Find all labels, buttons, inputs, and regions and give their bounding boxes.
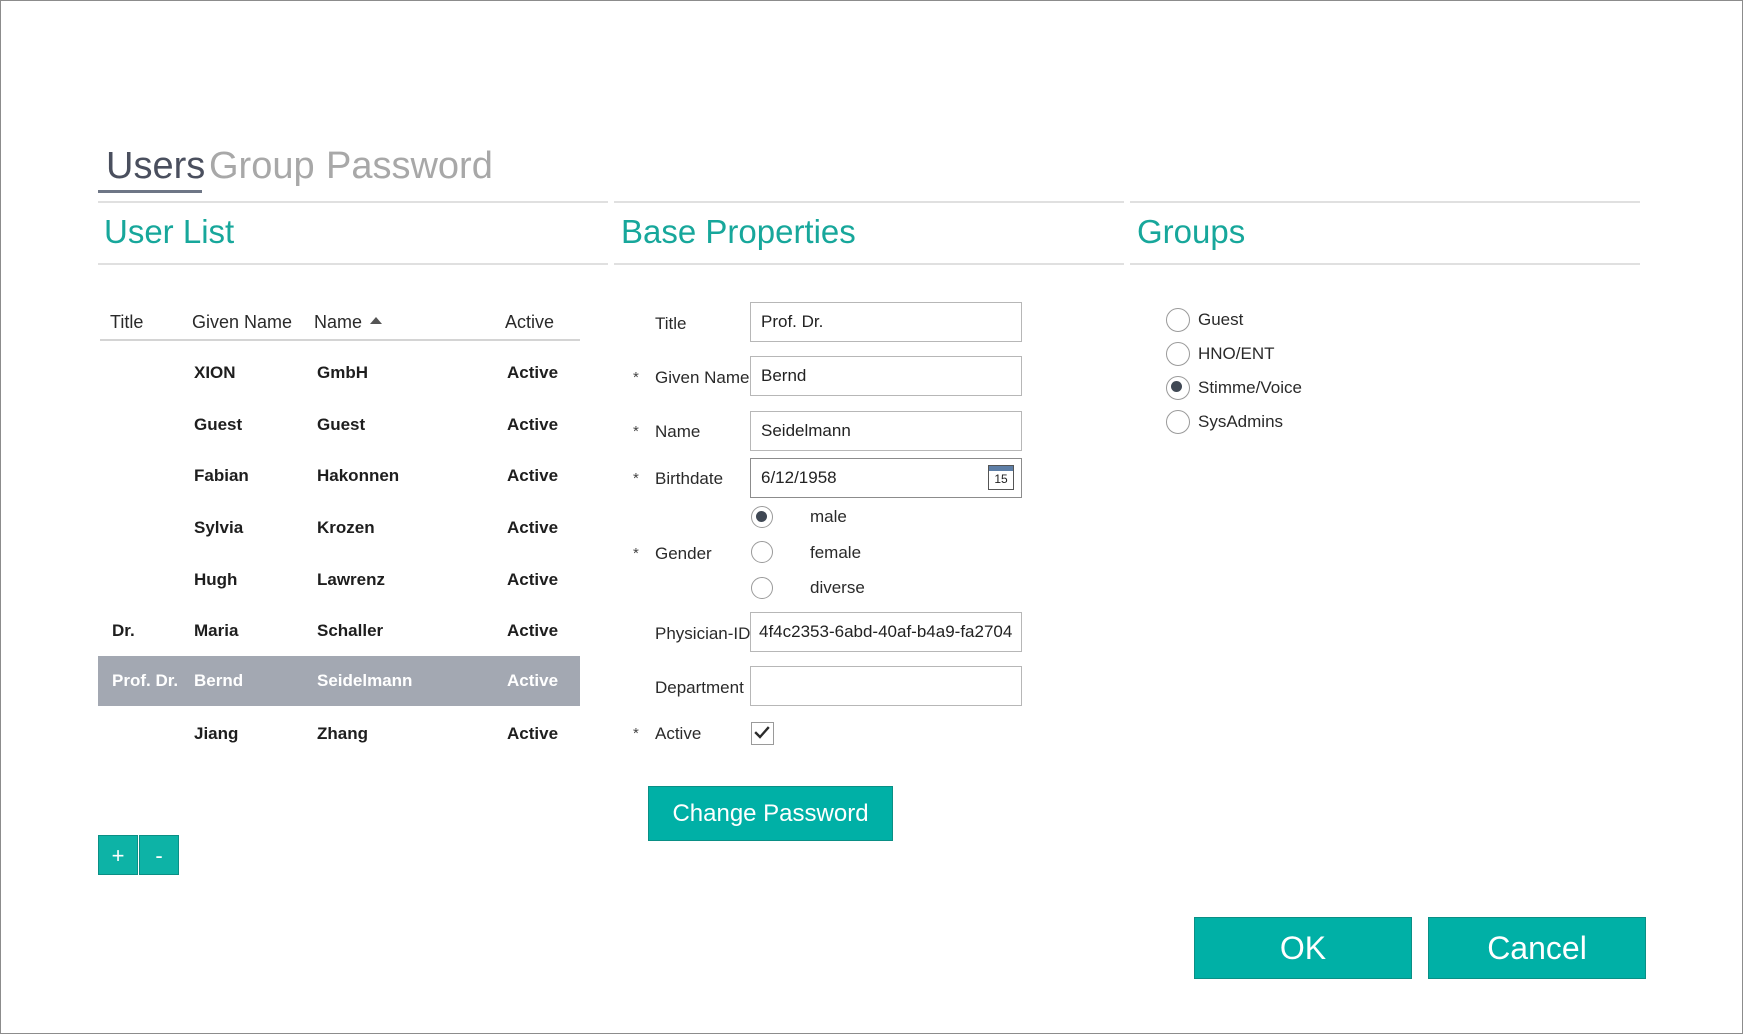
required-marker: * bbox=[633, 470, 639, 487]
cell-active: Active bbox=[507, 671, 559, 690]
gender-diverse-label: diverse bbox=[810, 578, 865, 597]
department-label: Department bbox=[655, 678, 744, 697]
cell-active: Active bbox=[507, 518, 559, 537]
tab-users[interactable]: Users bbox=[106, 142, 205, 190]
group-sysadmins-radio[interactable] bbox=[1166, 410, 1190, 434]
cell-name: Zhang bbox=[317, 724, 368, 743]
column-header-title[interactable]: Title bbox=[110, 310, 143, 334]
cancel-button[interactable]: Cancel bbox=[1428, 917, 1646, 979]
group-stimme-voice-radio[interactable] bbox=[1166, 376, 1190, 400]
column-header-name[interactable]: Name bbox=[314, 310, 383, 334]
calendar-icon-day: 15 bbox=[994, 472, 1008, 486]
gender-female-radio[interactable] bbox=[751, 541, 773, 563]
cell-active: Active bbox=[507, 415, 559, 434]
gender-male-label: male bbox=[810, 507, 847, 526]
table-row[interactable]: Hugh Lawrenz Active bbox=[98, 555, 580, 605]
column-header-name-label: Name bbox=[314, 312, 363, 332]
cell-given-name: XION bbox=[194, 363, 236, 382]
calendar-icon-header bbox=[989, 466, 1013, 471]
physician-id-label: Physician-ID bbox=[655, 624, 751, 643]
divider bbox=[1130, 263, 1640, 265]
cell-active: Active bbox=[507, 724, 559, 743]
add-user-button[interactable]: + bbox=[98, 835, 138, 875]
department-input[interactable] bbox=[750, 666, 1022, 706]
table-row[interactable]: XION GmbH Active bbox=[98, 348, 580, 398]
cell-title: Prof. Dr. bbox=[112, 671, 179, 690]
group-hno-ent-radio[interactable] bbox=[1166, 342, 1190, 366]
divider bbox=[614, 263, 1124, 265]
required-marker: * bbox=[633, 545, 639, 562]
user-list-heading: User List bbox=[104, 213, 235, 250]
table-row[interactable]: Jiang Zhang Active bbox=[98, 709, 580, 759]
cell-given-name: Jiang bbox=[194, 724, 239, 743]
tab-password[interactable]: Password bbox=[326, 142, 493, 190]
divider bbox=[98, 263, 608, 265]
cell-active: Active bbox=[507, 621, 559, 640]
cell-name: Seidelmann bbox=[317, 671, 413, 690]
tab-group[interactable]: Group bbox=[209, 142, 315, 190]
active-label: Active bbox=[655, 724, 702, 743]
group-guest-radio[interactable] bbox=[1166, 308, 1190, 332]
table-row[interactable]: Guest Guest Active bbox=[98, 400, 580, 450]
title-input[interactable] bbox=[750, 302, 1022, 342]
divider bbox=[1130, 201, 1640, 203]
active-checkbox[interactable] bbox=[751, 722, 774, 745]
physician-id-input[interactable] bbox=[750, 612, 1022, 652]
name-input[interactable] bbox=[750, 411, 1022, 451]
cell-name: Krozen bbox=[317, 518, 375, 537]
cell-name: Schaller bbox=[317, 621, 384, 640]
group-stimme-voice-label: Stimme/Voice bbox=[1198, 378, 1302, 397]
table-row-selected[interactable]: Prof. Dr. Bernd Seidelmann Active bbox=[98, 656, 580, 706]
cell-name: Guest bbox=[317, 415, 366, 434]
groups-heading: Groups bbox=[1137, 213, 1246, 250]
calendar-icon[interactable]: 15 bbox=[988, 465, 1014, 490]
group-guest-label: Guest bbox=[1198, 310, 1244, 329]
cell-given-name: Sylvia bbox=[194, 518, 244, 537]
cell-name: Hakonnen bbox=[317, 466, 400, 485]
birthdate-picker[interactable]: 6/12/1958 15 bbox=[750, 458, 1022, 498]
active-tab-indicator bbox=[98, 190, 202, 193]
table-row[interactable]: Sylvia Krozen Active bbox=[98, 503, 580, 553]
table-row[interactable]: Fabian Hakonnen Active bbox=[98, 451, 580, 501]
birthdate-label: Birthdate bbox=[655, 469, 724, 488]
cell-name: GmbH bbox=[317, 363, 368, 382]
cell-active: Active bbox=[507, 466, 559, 485]
cell-given-name: Guest bbox=[194, 415, 243, 434]
cell-given-name: Fabian bbox=[194, 466, 249, 485]
required-marker: * bbox=[633, 725, 639, 742]
cell-given-name: Bernd bbox=[194, 671, 244, 690]
remove-user-button[interactable]: - bbox=[139, 835, 179, 875]
cell-name: Lawrenz bbox=[317, 570, 386, 589]
table-header-divider bbox=[100, 339, 580, 341]
cell-given-name: Maria bbox=[194, 621, 239, 640]
column-header-active[interactable]: Active bbox=[505, 310, 554, 334]
cell-given-name: Hugh bbox=[194, 570, 238, 589]
gender-female-label: female bbox=[810, 543, 862, 562]
ok-button[interactable]: OK bbox=[1194, 917, 1412, 979]
cell-title: Dr. bbox=[112, 621, 135, 640]
gender-label: Gender bbox=[655, 544, 712, 563]
group-hno-ent-label: HNO/ENT bbox=[1198, 344, 1275, 363]
divider bbox=[98, 201, 608, 203]
sort-ascending-icon bbox=[370, 317, 383, 324]
birthdate-value: 6/12/1958 bbox=[761, 468, 837, 487]
given-name-input[interactable] bbox=[750, 356, 1022, 396]
column-header-given-name[interactable]: Given Name bbox=[192, 310, 292, 334]
given-name-label: Given Name bbox=[655, 368, 750, 387]
required-marker: * bbox=[633, 423, 639, 440]
title-label: Title bbox=[655, 314, 687, 333]
change-password-button[interactable]: Change Password bbox=[648, 786, 893, 841]
checkmark-icon bbox=[754, 726, 770, 739]
gender-male-radio[interactable] bbox=[751, 506, 773, 528]
table-row[interactable]: Dr. Maria Schaller Active bbox=[98, 606, 580, 656]
required-marker: * bbox=[633, 369, 639, 386]
cell-active: Active bbox=[507, 570, 559, 589]
name-label: Name bbox=[655, 422, 701, 441]
gender-diverse-radio[interactable] bbox=[751, 577, 773, 599]
divider bbox=[614, 201, 1124, 203]
base-properties-heading: Base Properties bbox=[621, 213, 856, 250]
group-sysadmins-label: SysAdmins bbox=[1198, 412, 1284, 431]
cell-active: Active bbox=[507, 363, 559, 382]
